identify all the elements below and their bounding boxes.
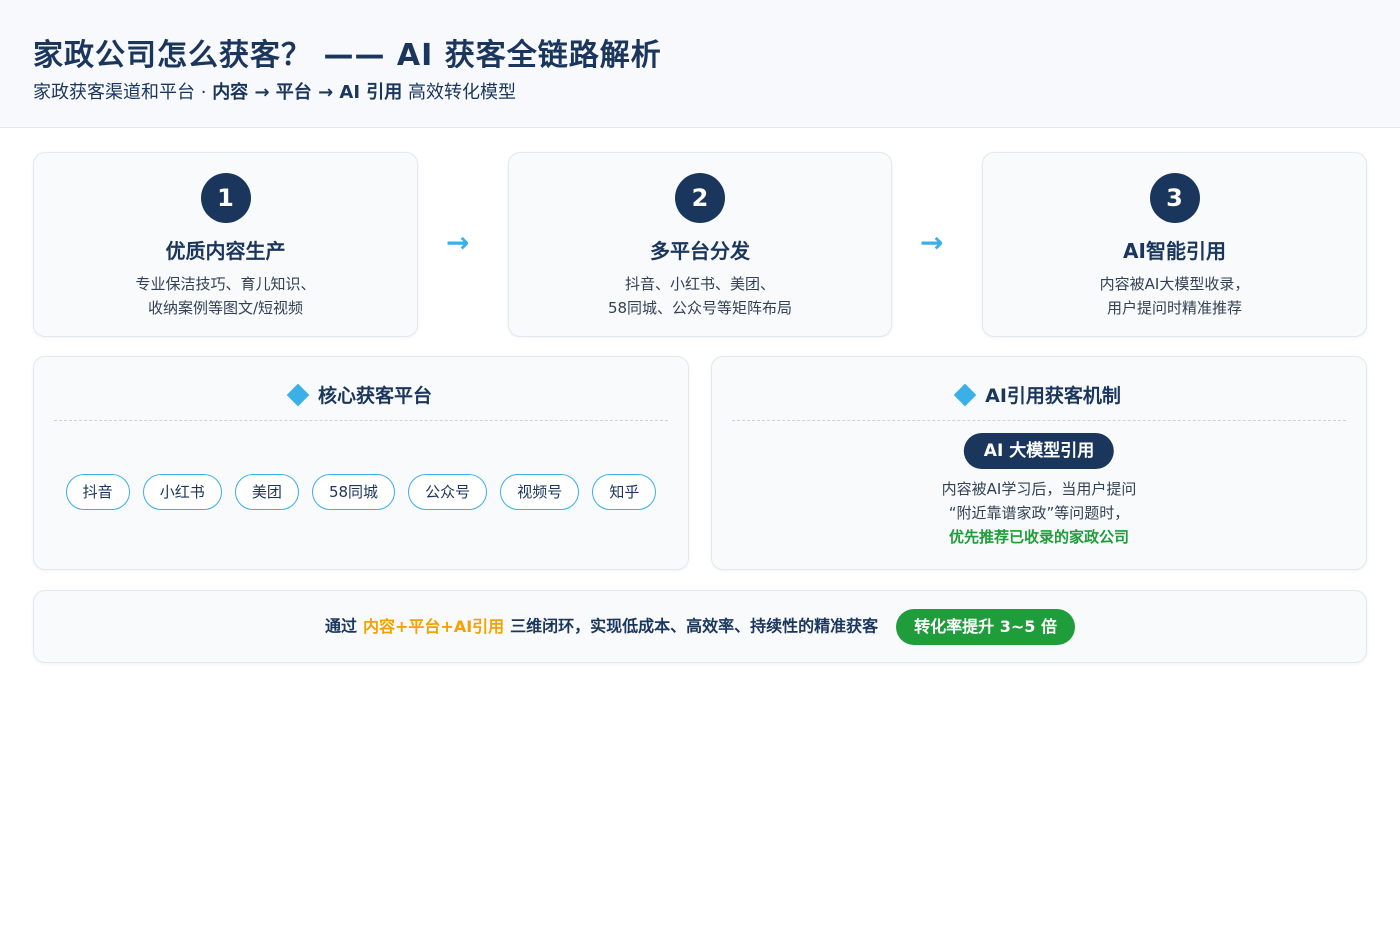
step-description: 抖音、小红书、美团、 58同城、公众号等矩阵布局 [509, 272, 891, 320]
step-desc-line: 收纳案例等图文/短视频 [147, 299, 304, 317]
arrow-right-icon: → [446, 226, 470, 259]
platform-tag: 小红书 [142, 474, 222, 510]
ai-mechanism-heading: AI引用获客机制 [732, 381, 1346, 421]
ai-mechanism-title: AI引用获客机制 [985, 385, 1121, 407]
ai-desc-line: 内容被AI学习后，当用户提问 [941, 480, 1137, 498]
page-title: 家政公司怎么获客？ —— AI 获客全链路解析 [33, 38, 662, 73]
ai-citation-badge: AI 大模型引用 [963, 433, 1115, 469]
subtitle-prefix: 家政获客渠道和平台 · [33, 82, 207, 103]
platform-tag-list: 抖音 小红书 美团 58同城 公众号 视频号 知乎 [34, 474, 688, 510]
diamond-icon [953, 383, 977, 407]
step-title: AI智能引用 [1123, 239, 1226, 263]
platform-tag: 美团 [234, 474, 299, 510]
platform-tag: 公众号 [408, 474, 488, 510]
platform-tag: 视频号 [500, 474, 580, 510]
step-card-distribution: 2 多平台分发 抖音、小红书、美团、 58同城、公众号等矩阵布局 [508, 152, 892, 337]
ai-desc-line: “附近靠谱家政”等问题时， [948, 504, 1130, 522]
diamond-icon [286, 383, 310, 407]
step-desc-line: 内容被AI大模型收录， [1099, 275, 1250, 293]
subtitle-suffix: 高效转化模型 [408, 82, 517, 103]
summary-bar: 通过 内容+平台+AI引用 三维闭环，实现低成本、高效率、持续性的精准获客 转化率提升… [33, 590, 1367, 663]
summary-prefix: 通过 [324, 616, 357, 636]
ai-mechanism-panel: AI引用获客机制 AI 大模型引用 内容被AI学习后，当用户提问 “附近靠谱家政… [711, 356, 1367, 570]
step-number-badge: 3 [1149, 173, 1200, 223]
ai-mechanism-description: 内容被AI学习后，当用户提问 “附近靠谱家政”等问题时， 优先推荐已收录的家政公… [712, 477, 1366, 549]
platform-tag: 知乎 [592, 474, 657, 510]
subtitle-flow: 内容 → 平台 → AI 引用 [212, 82, 403, 103]
arrow-right-icon: → [920, 226, 944, 259]
platforms-title: 核心获客平台 [317, 385, 432, 407]
step-number-badge: 1 [200, 173, 251, 223]
page-subtitle: 家政获客渠道和平台 · 内容 → 平台 → AI 引用 高效转化模型 [33, 78, 516, 104]
step-number-badge: 2 [675, 173, 725, 223]
step-desc-line: 专业保洁技巧、育儿知识、 [135, 275, 316, 293]
summary-suffix: 三维闭环，实现低成本、高效率、持续性的精准获客 [510, 616, 879, 636]
step-title: 优质内容生产 [165, 239, 286, 263]
ai-desc-highlight: 优先推荐已收录的家政公司 [948, 528, 1129, 546]
step-description: 内容被AI大模型收录， 用户提问时精准推荐 [983, 272, 1366, 320]
step-desc-line: 抖音、小红书、美团、 [624, 275, 775, 293]
platforms-panel: 核心获客平台 抖音 小红书 美团 58同城 公众号 视频号 知乎 [33, 356, 689, 570]
step-description: 专业保洁技巧、育儿知识、 收纳案例等图文/短视频 [34, 272, 417, 320]
step-card-ai-citation: 3 AI智能引用 内容被AI大模型收录， 用户提问时精准推荐 [982, 152, 1367, 337]
summary-highlight: 内容+平台+AI引用 [363, 616, 505, 636]
step-title: 多平台分发 [650, 239, 750, 263]
platforms-heading: 核心获客平台 [54, 381, 668, 421]
conversion-badge: 转化率提升 3~5 倍 [896, 609, 1075, 645]
summary-text: 通过 内容+平台+AI引用 三维闭环，实现低成本、高效率、持续性的精准获客 转化率提升… [34, 609, 1366, 645]
step-desc-line: 58同城、公众号等矩阵布局 [607, 299, 793, 317]
platform-tag: 58同城 [311, 474, 396, 510]
step-card-content: 1 优质内容生产 专业保洁技巧、育儿知识、 收纳案例等图文/短视频 [33, 152, 418, 337]
page-header: 家政公司怎么获客？ —— AI 获客全链路解析 家政获客渠道和平台 · 内容 →… [0, 0, 1400, 128]
step-desc-line: 用户提问时精准推荐 [1106, 299, 1242, 317]
platform-tag: 抖音 [65, 474, 130, 510]
